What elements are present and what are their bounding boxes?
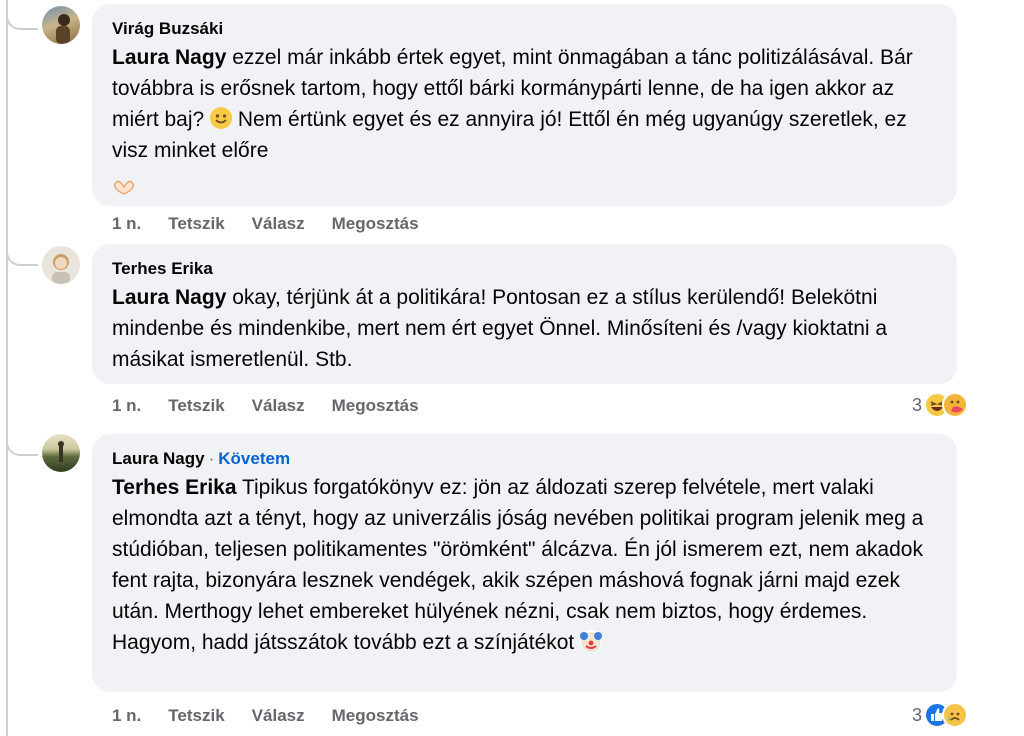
comment-actions: 1 n. Tetszik Válasz Megosztás bbox=[112, 214, 419, 234]
comment-author[interactable]: Virág Buzsáki bbox=[112, 18, 937, 40]
comment-body: okay, térjünk át a politikára! Pontosan … bbox=[112, 286, 888, 371]
avatar-photo-icon bbox=[58, 441, 64, 462]
comment-author[interactable]: Terhes Erika bbox=[112, 258, 937, 280]
comment-text: Laura Nagy ezzel már inkább értek egyet,… bbox=[112, 42, 937, 197]
care-icon bbox=[942, 392, 968, 418]
clown-emoji-icon bbox=[580, 630, 603, 652]
avatar-photo-icon bbox=[56, 14, 70, 44]
avatar[interactable] bbox=[42, 434, 80, 472]
thread-connector bbox=[6, 0, 38, 30]
comment-author[interactable]: Laura Nagy bbox=[112, 449, 205, 468]
comment-actions: 1 n. Tetszik Válasz Megosztás bbox=[112, 396, 419, 416]
share-button[interactable]: Megosztás bbox=[332, 396, 419, 416]
mention-link[interactable]: Terhes Erika bbox=[112, 476, 237, 499]
mention-link[interactable]: Laura Nagy bbox=[112, 286, 226, 309]
reply-button[interactable]: Válasz bbox=[252, 396, 305, 416]
reaction-summary[interactable]: 3 bbox=[912, 392, 968, 418]
follow-button[interactable]: Követem bbox=[218, 449, 290, 468]
share-button[interactable]: Megosztás bbox=[332, 214, 419, 234]
thread-connector bbox=[6, 428, 38, 456]
like-button[interactable]: Tetszik bbox=[168, 214, 224, 234]
avatar[interactable] bbox=[42, 6, 80, 44]
thread-connector bbox=[6, 238, 38, 266]
comment-timestamp[interactable]: 1 n. bbox=[112, 214, 141, 234]
mention-link[interactable]: Laura Nagy bbox=[112, 46, 226, 69]
thread-line bbox=[6, 0, 8, 736]
comment-timestamp[interactable]: 1 n. bbox=[112, 396, 141, 416]
reaction-count: 3 bbox=[911, 394, 922, 415]
like-button[interactable]: Tetszik bbox=[168, 706, 224, 726]
comment-timestamp[interactable]: 1 n. bbox=[112, 706, 141, 726]
reaction-summary[interactable]: 3 bbox=[912, 702, 968, 728]
avatar[interactable] bbox=[42, 246, 80, 284]
comment-text: Laura Nagy okay, térjünk át a politikára… bbox=[112, 282, 937, 375]
heart-hands-emoji-icon bbox=[112, 174, 136, 195]
share-button[interactable]: Megosztás bbox=[332, 706, 419, 726]
reply-button[interactable]: Válasz bbox=[252, 706, 305, 726]
comment-bubble: Laura Nagy · Követem Terhes Erika Tipikus … bbox=[92, 434, 957, 692]
comment-bubble: Virág Buzsáki Laura Nagy ezzel már inkáb… bbox=[92, 4, 957, 206]
reply-button[interactable]: Válasz bbox=[252, 214, 305, 234]
separator: · bbox=[208, 449, 215, 468]
comment-bubble: Terhes Erika Laura Nagy okay, térjünk át… bbox=[92, 244, 957, 384]
comment-text: Terhes Erika Tipikus forgatókönyv ez: jö… bbox=[112, 472, 937, 658]
sad-icon bbox=[942, 702, 968, 728]
comment-actions: 1 n. Tetszik Válasz Megosztás bbox=[112, 706, 419, 726]
like-button[interactable]: Tetszik bbox=[168, 396, 224, 416]
reaction-count: 3 bbox=[911, 704, 922, 725]
smile-emoji-icon bbox=[210, 107, 233, 129]
comment-header: Laura Nagy · Követem bbox=[112, 448, 937, 470]
comment-body: Tipikus forgatókönyv ez: jön az áldozati… bbox=[112, 476, 924, 654]
avatar-photo-icon bbox=[52, 254, 70, 284]
